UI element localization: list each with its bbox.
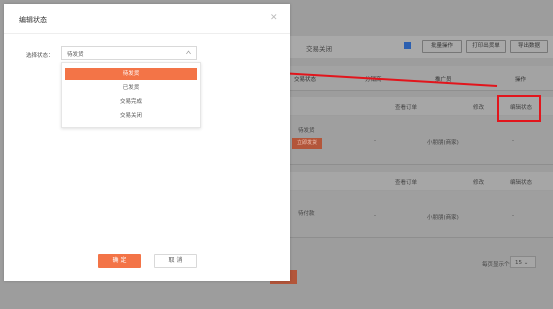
status-option[interactable]: 待发货 bbox=[65, 68, 197, 80]
status-field-label: 选择状态： bbox=[26, 53, 54, 59]
chevron-up-icon bbox=[186, 50, 191, 55]
cancel-button[interactable]: 取 消 bbox=[154, 254, 197, 268]
edit-status-dialog: 编辑状态 ✕ 选择状态： 待发货 待发货 已发货 交易完成 交易关闭 确 定 取… bbox=[4, 4, 290, 281]
dialog-divider bbox=[4, 33, 290, 34]
status-option[interactable]: 交易关闭 bbox=[62, 110, 200, 122]
status-dropdown: 待发货 已发货 交易完成 交易关闭 bbox=[61, 62, 201, 128]
dialog-title: 编辑状态 bbox=[19, 16, 47, 24]
status-select[interactable]: 待发货 bbox=[61, 46, 197, 60]
confirm-button[interactable]: 确 定 bbox=[98, 254, 141, 268]
status-option[interactable]: 已发货 bbox=[62, 82, 200, 94]
status-option[interactable]: 交易完成 bbox=[62, 96, 200, 108]
close-icon[interactable]: ✕ bbox=[270, 14, 278, 23]
status-select-value: 待发货 bbox=[67, 52, 84, 58]
